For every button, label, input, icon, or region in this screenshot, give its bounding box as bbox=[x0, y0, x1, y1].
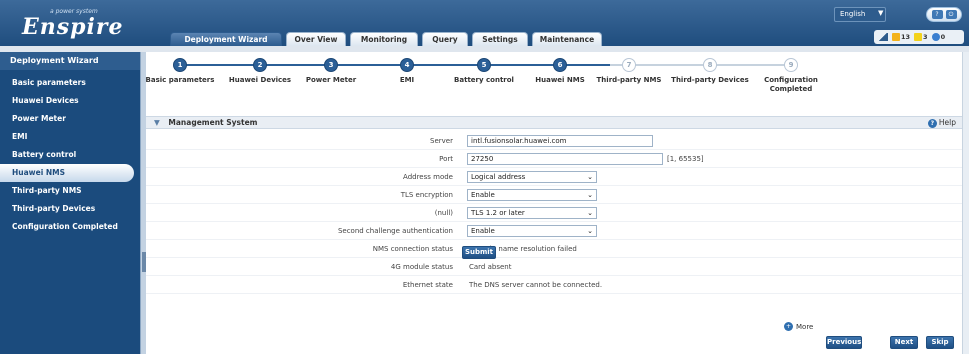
step-8-marker[interactable]: 8 bbox=[703, 58, 717, 72]
tab-maintenance[interactable]: Maintenance bbox=[532, 32, 602, 46]
sidebar-item-configuration-completed[interactable]: Configuration Completed bbox=[0, 218, 140, 236]
port-range-hint: [1, 65535] bbox=[667, 155, 704, 163]
nms-status-label: NMS connection status bbox=[372, 245, 453, 253]
port-input[interactable]: 27250 bbox=[467, 153, 663, 165]
sidebar-item-third-party-devices[interactable]: Third-party Devices bbox=[0, 200, 140, 218]
server-label: Server bbox=[430, 137, 453, 145]
help-link[interactable]: ? Help bbox=[927, 117, 956, 129]
step-5-marker[interactable]: 5 bbox=[477, 58, 491, 72]
step-1-marker[interactable]: 1 bbox=[173, 58, 187, 72]
server-input[interactable]: intl.fusionsolar.huawei.com bbox=[467, 135, 653, 147]
tls-encryption-label: TLS encryption bbox=[400, 191, 453, 199]
step-9-label[interactable]: Configuration Completed bbox=[751, 76, 831, 94]
step-4-marker[interactable]: 4 bbox=[400, 58, 414, 72]
submit-button[interactable]: Submit bbox=[462, 246, 496, 259]
app-header: a power system Enspire English ▼ ? ⏻ Dep… bbox=[0, 0, 969, 46]
sidebar-title: Deployment Wizard bbox=[0, 52, 140, 70]
ethernet-state-label: Ethernet state bbox=[402, 281, 453, 289]
form-row-address-mode: Address mode Logical address ⌄ bbox=[146, 168, 962, 186]
logo-text: Enspire bbox=[22, 14, 124, 40]
help-icon: ? bbox=[927, 118, 937, 128]
step-3-label[interactable]: Power Meter bbox=[291, 76, 371, 85]
tls-version-label: (null) bbox=[434, 209, 453, 217]
tab-over-view[interactable]: Over View bbox=[286, 32, 346, 46]
wizard-steps: 1 Basic parameters 2 Huawei Devices 3 Po… bbox=[146, 52, 962, 108]
tls-encryption-select[interactable]: Enable ⌄ bbox=[467, 189, 597, 201]
more-icon: + bbox=[784, 322, 793, 331]
tab-settings[interactable]: Settings bbox=[472, 32, 528, 46]
enspire-logo: a power system Enspire bbox=[14, 4, 134, 40]
previous-button[interactable]: Previous bbox=[826, 336, 862, 349]
minor-alarm[interactable]: 3 bbox=[914, 33, 928, 41]
form-row-tls-encryption: TLS encryption Enable ⌄ bbox=[146, 186, 962, 204]
chevron-down-icon: ⌄ bbox=[587, 173, 593, 181]
steps-progress-line-done bbox=[180, 64, 610, 66]
form-row-tls-version: (null) TLS 1.2 or later ⌄ bbox=[146, 204, 962, 222]
management-system-form: Server intl.fusionsolar.huawei.com Port … bbox=[146, 132, 962, 294]
step-5-label[interactable]: Battery control bbox=[444, 76, 524, 85]
sidebar-item-emi[interactable]: EMI bbox=[0, 128, 140, 146]
address-mode-select[interactable]: Logical address ⌄ bbox=[467, 171, 597, 183]
steps-progress-line-todo bbox=[610, 64, 790, 66]
tab-monitoring[interactable]: Monitoring bbox=[350, 32, 418, 46]
4g-module-value: Card absent bbox=[469, 263, 512, 271]
step-6-marker[interactable]: 6 bbox=[553, 58, 567, 72]
signal-icon bbox=[878, 33, 888, 41]
tab-deployment-wizard[interactable]: Deployment Wizard bbox=[170, 32, 282, 46]
second-challenge-select[interactable]: Enable ⌄ bbox=[467, 225, 597, 237]
step-7-label[interactable]: Third-party NMS bbox=[589, 76, 669, 85]
minor-alarm-icon bbox=[914, 33, 923, 41]
form-row-second-challenge: Second challenge authentication Enable ⌄ bbox=[146, 222, 962, 240]
port-label: Port bbox=[439, 155, 453, 163]
tls-version-select[interactable]: TLS 1.2 or later ⌄ bbox=[467, 207, 597, 219]
help-icon[interactable]: ? bbox=[931, 10, 943, 19]
sidebar: Deployment Wizard Basic parameters Huawe… bbox=[0, 52, 140, 354]
logout-icon[interactable]: ⏻ bbox=[945, 10, 957, 19]
collapse-caret-icon[interactable]: ▼ bbox=[154, 118, 160, 127]
form-row-port: Port 27250 [1, 65535] bbox=[146, 150, 962, 168]
management-system-header[interactable]: ▼ Management System ? Help bbox=[146, 116, 962, 129]
header-toggle-button[interactable]: ? ⏻ bbox=[926, 7, 962, 22]
step-2-marker[interactable]: 2 bbox=[253, 58, 267, 72]
step-2-label[interactable]: Huawei Devices bbox=[220, 76, 300, 85]
step-3-marker[interactable]: 3 bbox=[324, 58, 338, 72]
more-link[interactable]: + More bbox=[784, 322, 813, 331]
sidebar-item-battery-control[interactable]: Battery control bbox=[0, 146, 140, 164]
step-7-marker[interactable]: 7 bbox=[622, 58, 636, 72]
next-button[interactable]: Next bbox=[890, 336, 918, 349]
main-content: 1 Basic parameters 2 Huawei Devices 3 Po… bbox=[146, 52, 962, 354]
sidebar-item-basic-parameters[interactable]: Basic parameters bbox=[0, 74, 140, 92]
skip-button[interactable]: Skip bbox=[926, 336, 954, 349]
4g-module-label: 4G module status bbox=[390, 263, 453, 271]
major-alarm-icon bbox=[892, 33, 900, 41]
chevron-down-icon: ⌄ bbox=[587, 209, 593, 217]
panel-title: Management System bbox=[168, 118, 258, 127]
chevron-down-icon: ⌄ bbox=[587, 227, 593, 235]
sidebar-item-huawei-devices[interactable]: Huawei Devices bbox=[0, 92, 140, 110]
alarm-status-bar[interactable]: 13 3 0 bbox=[874, 30, 964, 44]
sidebar-item-third-party-nms[interactable]: Third-party NMS bbox=[0, 182, 140, 200]
sidebar-item-power-meter[interactable]: Power Meter bbox=[0, 110, 140, 128]
form-row-4g-module: 4G module status Card absent bbox=[146, 258, 962, 276]
ethernet-state-value: The DNS server cannot be connected. bbox=[469, 281, 603, 289]
form-row-ethernet: Ethernet state The DNS server cannot be … bbox=[146, 276, 962, 294]
vertical-scrollbar[interactable] bbox=[962, 52, 969, 354]
address-mode-label: Address mode bbox=[403, 173, 453, 181]
chevron-down-icon[interactable]: ▼ bbox=[878, 9, 883, 17]
step-9-marker[interactable]: 9 bbox=[784, 58, 798, 72]
tab-query[interactable]: Query bbox=[422, 32, 468, 46]
sidebar-item-huawei-nms[interactable]: Huawei NMS bbox=[0, 164, 134, 182]
info-alarm-icon bbox=[931, 33, 940, 41]
form-row-nms-status: NMS connection status Domain name resolu… bbox=[146, 240, 962, 258]
step-6-label[interactable]: Huawei NMS bbox=[520, 76, 600, 85]
chevron-down-icon: ⌄ bbox=[587, 191, 593, 199]
form-row-server: Server intl.fusionsolar.huawei.com bbox=[146, 132, 962, 150]
info-alarm[interactable]: 0 bbox=[931, 33, 945, 41]
major-alarm[interactable]: 13 bbox=[892, 33, 910, 41]
step-8-label[interactable]: Third-party Devices bbox=[670, 76, 750, 85]
step-1-label[interactable]: Basic parameters bbox=[140, 76, 220, 85]
main-tabs: Deployment Wizard Over View Monitoring Q… bbox=[170, 32, 960, 46]
step-4-label[interactable]: EMI bbox=[367, 76, 447, 85]
second-challenge-label: Second challenge authentication bbox=[337, 227, 453, 235]
